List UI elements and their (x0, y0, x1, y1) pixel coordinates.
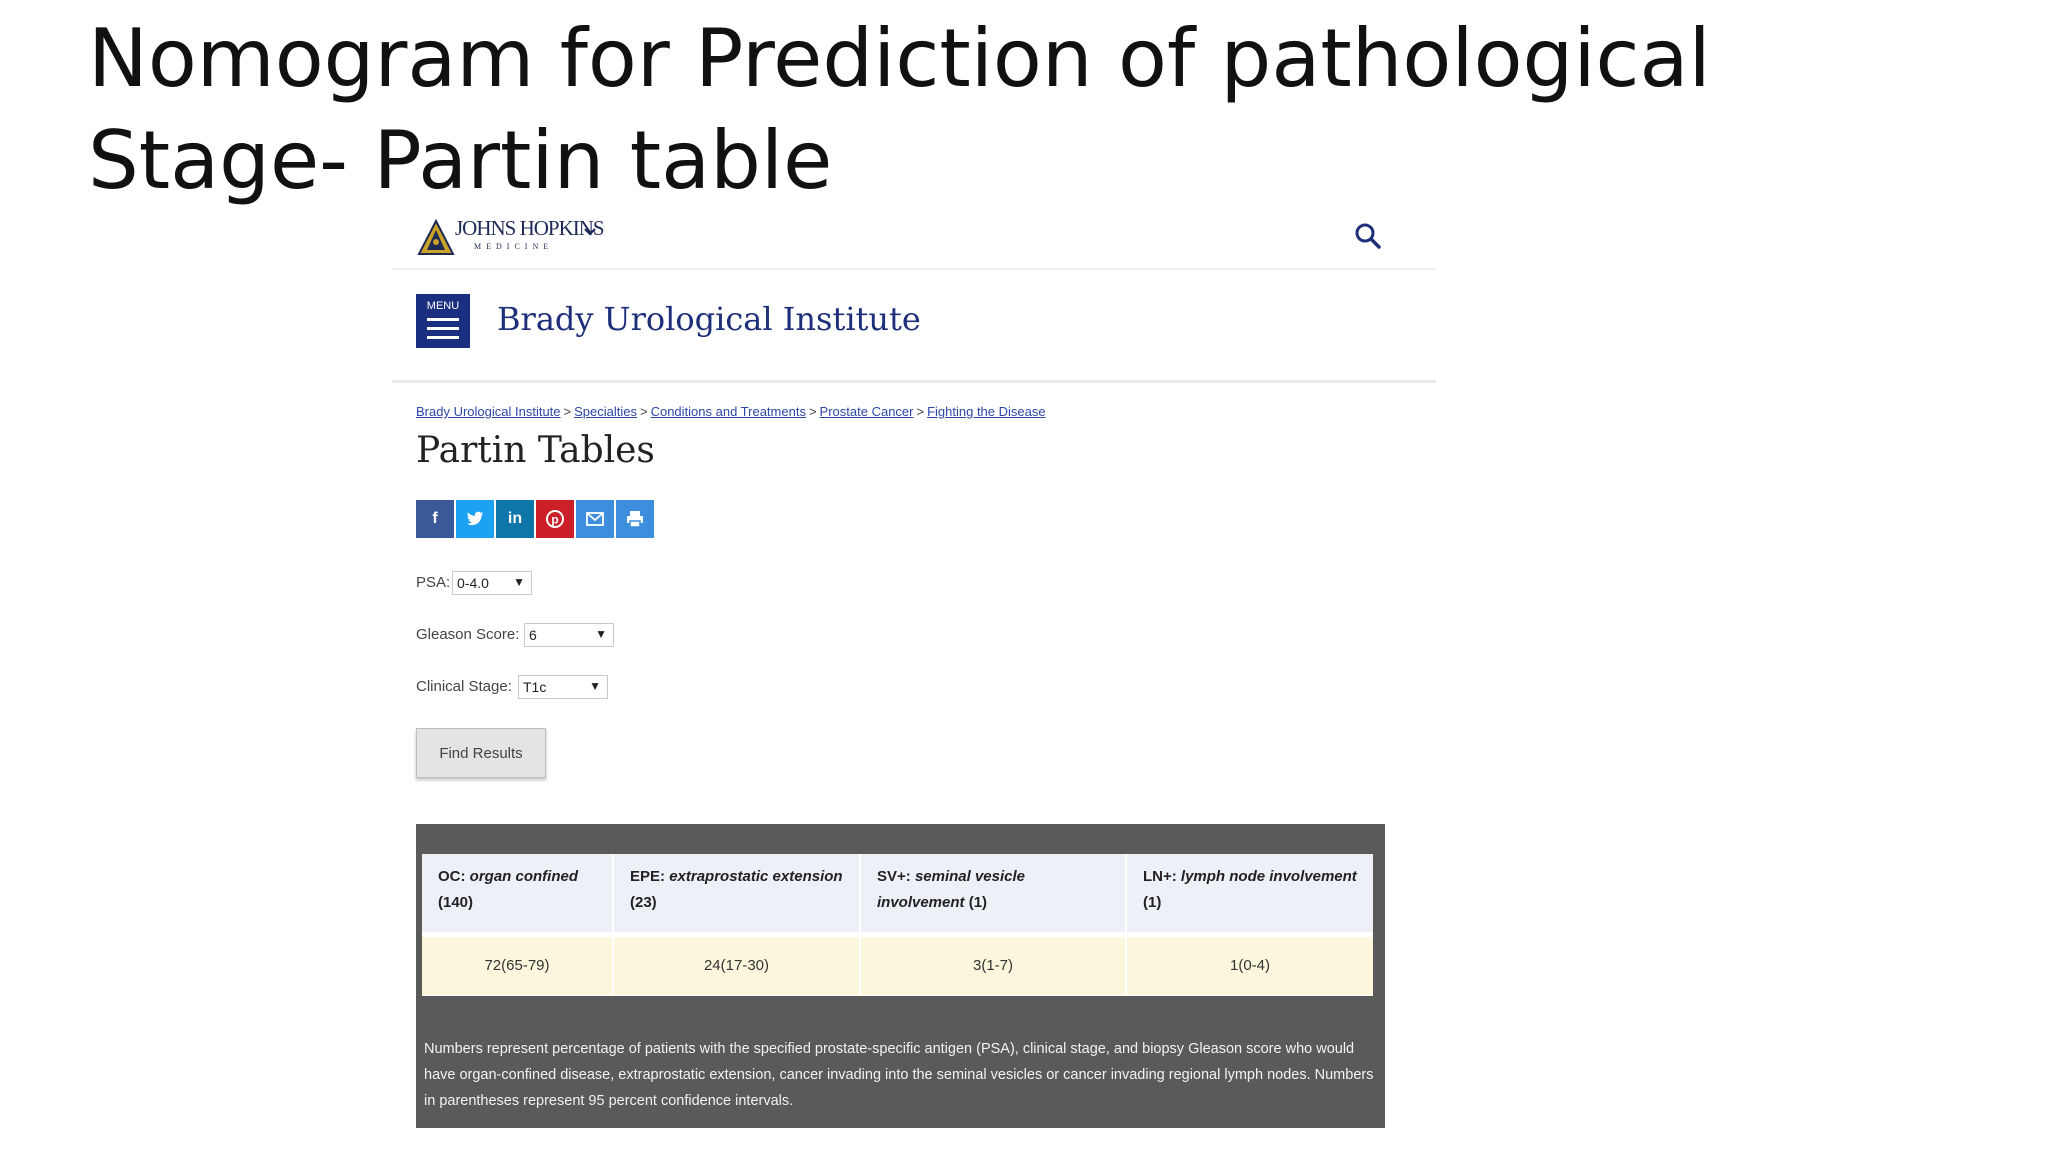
hamburger-icon (427, 318, 459, 321)
column-abbr: EPE: (630, 868, 666, 885)
clinical-stage-label: Clinical Stage: (416, 678, 512, 695)
dropdown-arrow-icon: ▼ (595, 627, 607, 641)
top-bar: JOHNS HOPKINS MEDICINE (392, 206, 1436, 270)
clinical-stage-select[interactable]: T1c ▼ (518, 675, 608, 699)
column-header-ln: LN+: lymph node involvement (1) (1127, 854, 1373, 932)
breadcrumb-separator: > (916, 404, 925, 419)
facebook-icon[interactable]: f (416, 500, 454, 538)
column-count: (1) (968, 894, 988, 911)
page-title: Partin Tables (416, 430, 655, 471)
chevron-down-icon[interactable] (582, 224, 598, 240)
result-value-sv: 3(1-7) (861, 936, 1125, 995)
twitter-icon[interactable] (456, 500, 494, 538)
website-screenshot: JOHNS HOPKINS MEDICINE MENU Brady Urolog… (392, 206, 1442, 1146)
hamburger-icon (427, 327, 459, 330)
results-table: OC: organ confined (140) EPE: extraprost… (422, 854, 1373, 996)
pinterest-icon[interactable]: p (536, 500, 574, 538)
psa-select-value: 0-4.0 (457, 575, 489, 591)
column-count: (1) (1143, 894, 1162, 911)
column-desc: organ confined (469, 868, 579, 885)
menu-label: MENU (426, 300, 460, 312)
breadcrumb-link[interactable]: Prostate Cancer (820, 404, 914, 419)
find-results-button[interactable]: Find Results (416, 728, 546, 778)
shield-logo-icon[interactable] (416, 218, 456, 258)
breadcrumb-link[interactable]: Conditions and Treatments (651, 404, 806, 419)
search-icon[interactable] (1352, 220, 1384, 252)
gleason-select[interactable]: 6 ▼ (524, 623, 614, 647)
psa-select[interactable]: 0-4.0 ▼ (452, 571, 532, 595)
results-footnote: Numbers represent percentage of patients… (424, 1041, 1374, 1109)
breadcrumb-link[interactable]: Brady Urological Institute (416, 404, 561, 419)
print-icon[interactable] (616, 500, 654, 538)
hamburger-icon (427, 336, 459, 339)
dropdown-arrow-icon: ▼ (513, 575, 525, 589)
column-count: (23) (630, 894, 657, 911)
breadcrumb-link[interactable]: Specialties (574, 404, 637, 419)
psa-label: PSA: (416, 574, 451, 591)
menu-button[interactable]: MENU (416, 294, 470, 348)
svg-text:p: p (551, 513, 558, 527)
column-desc: lymph node involvement (1180, 868, 1357, 885)
linkedin-icon[interactable]: in (496, 500, 534, 538)
result-value-oc: 72(65-79) (422, 936, 612, 995)
column-header-epe: EPE: extraprostatic extension (23) (614, 854, 859, 932)
column-abbr: OC: (438, 868, 466, 885)
result-value-ln: 1(0-4) (1127, 936, 1373, 995)
column-count: (140) (438, 894, 474, 911)
results-panel: OC: organ confined (140) EPE: extraprost… (416, 824, 1385, 1128)
slide-title: Nomogram for Prediction of pathological … (88, 12, 1711, 207)
email-icon[interactable] (576, 500, 614, 538)
result-value-epe: 24(17-30) (614, 936, 859, 995)
site-header: MENU Brady Urological Institute (392, 268, 1436, 383)
breadcrumb-separator: > (639, 404, 648, 419)
breadcrumb: Brady Urological Institute > Specialties > C… (416, 404, 1046, 419)
column-abbr: LN+: (1143, 868, 1177, 885)
column-desc: extraprostatic extension (669, 868, 843, 885)
share-bar: f in p (416, 500, 654, 538)
gleason-label: Gleason Score: (416, 626, 520, 643)
breadcrumb-link[interactable]: Fighting the Disease (927, 404, 1046, 419)
column-header-sv: SV+: seminal vesicle involvement (1) (861, 854, 1125, 932)
clinical-stage-select-value: T1c (523, 679, 547, 695)
breadcrumb-separator: > (808, 404, 817, 419)
site-name[interactable]: Brady Urological Institute (497, 300, 921, 338)
column-header-oc: OC: organ confined (140) (422, 854, 612, 932)
column-abbr: SV+: (877, 868, 911, 885)
breadcrumb-separator: > (563, 404, 572, 419)
dropdown-arrow-icon: ▼ (589, 679, 601, 693)
gleason-select-value: 6 (529, 627, 537, 643)
logo-subtext: MEDICINE (474, 242, 554, 251)
